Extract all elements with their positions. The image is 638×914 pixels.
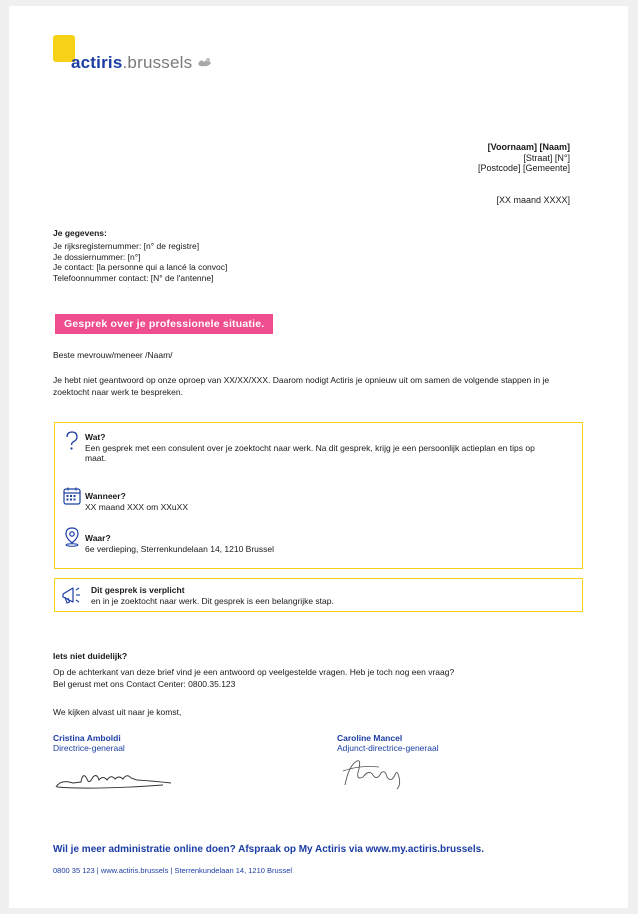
letter-page: actiris.brussels [Voornaam] [Naam] [Stra… bbox=[9, 6, 628, 908]
wanneer-text: XX maand XXX om XXuXX bbox=[85, 501, 188, 512]
gegevens-line: Je rijksregisternummer: [n° de registre] bbox=[53, 241, 200, 251]
wat-block: Wat? Een gesprek met een consulent over … bbox=[85, 432, 555, 464]
wat-title: Wat? bbox=[85, 432, 106, 442]
logo-wordmark: actiris.brussels bbox=[71, 53, 213, 73]
recipient-address: [Voornaam] [Naam] [Straat] [N°] [Postcod… bbox=[478, 142, 570, 174]
salutation: Beste mevrouw/meneer /Naam/ bbox=[53, 350, 173, 360]
waar-block: Waar? 6e verdieping, Sterrenkundelaan 14… bbox=[85, 533, 555, 554]
appointment-details-box: Wat? Een gesprek met een consulent over … bbox=[54, 422, 583, 569]
gegevens-list: Je rijksregisternummer: [n° de registre]… bbox=[53, 241, 227, 283]
waar-title: Waar? bbox=[85, 533, 111, 543]
recipient-city: [Postcode] [Gemeente] bbox=[477, 163, 570, 173]
signature-1-image bbox=[53, 763, 173, 798]
gegevens-line: Je dossiernummer: [n°] bbox=[53, 251, 141, 262]
wat-text: Een gesprek met een consulent over je zo… bbox=[85, 442, 535, 464]
closing-line: We kijken alvast uit naar je komst, bbox=[53, 707, 182, 717]
signatory-1-role: Directrice-generaal bbox=[53, 743, 125, 753]
gegevens-title: Je gegevens: bbox=[53, 228, 107, 238]
location-pin-icon bbox=[63, 527, 81, 547]
actiris-logo: actiris.brussels bbox=[53, 35, 243, 79]
signatory-1-name: Cristina Amboldi bbox=[53, 733, 121, 743]
letter-date: [XX maand XXXX] bbox=[496, 195, 570, 205]
signatory-2-name: Caroline Mancel bbox=[337, 733, 403, 743]
signatory-2-role: Adjunct-directrice-generaal bbox=[337, 743, 439, 753]
question-icon bbox=[63, 431, 81, 450]
footer-contact-line: 0800 35 123 | www.actiris.brussels | Ste… bbox=[53, 866, 293, 875]
wanneer-block: Wanneer? XX maand XXX om XXuXX bbox=[85, 491, 555, 512]
footer-online-cta: Wil je meer administratie online doen? A… bbox=[53, 844, 484, 855]
obligation-notice-box: Dit gesprek is verplicht en in je zoekto… bbox=[54, 578, 583, 612]
questions-text: Op de achterkant van deze brief vind je … bbox=[53, 667, 455, 689]
wanneer-title: Wanneer? bbox=[85, 491, 126, 501]
signature-2-image bbox=[339, 755, 419, 796]
questions-title: Iets niet duidelijk? bbox=[53, 651, 128, 661]
calendar-icon bbox=[63, 487, 81, 505]
intro-paragraph: Je hebt niet geantwoord op onze oproep v… bbox=[53, 375, 550, 397]
megaphone-icon bbox=[61, 585, 83, 604]
notice-block: Dit gesprek is verplicht en in je zoekto… bbox=[91, 585, 561, 606]
recipient-name: [Voornaam] [Naam] bbox=[487, 142, 570, 152]
subject-banner: Gesprek over je professionele situatie. bbox=[55, 314, 274, 334]
recipient-street: [Straat] [N°] bbox=[523, 152, 570, 163]
gegevens-line: Je contact: [la personne qui a lancé la … bbox=[53, 262, 228, 272]
gegevens-line: Telefoonnummer contact: [N° de l'antenne… bbox=[53, 272, 214, 283]
notice-text: en in je zoektocht naar werk. Dit gespre… bbox=[91, 595, 334, 606]
heart-hands-icon bbox=[196, 56, 213, 71]
waar-text: 6e verdieping, Sterrenkundelaan 14, 1210… bbox=[85, 543, 275, 554]
notice-title: Dit gesprek is verplicht bbox=[91, 585, 185, 595]
